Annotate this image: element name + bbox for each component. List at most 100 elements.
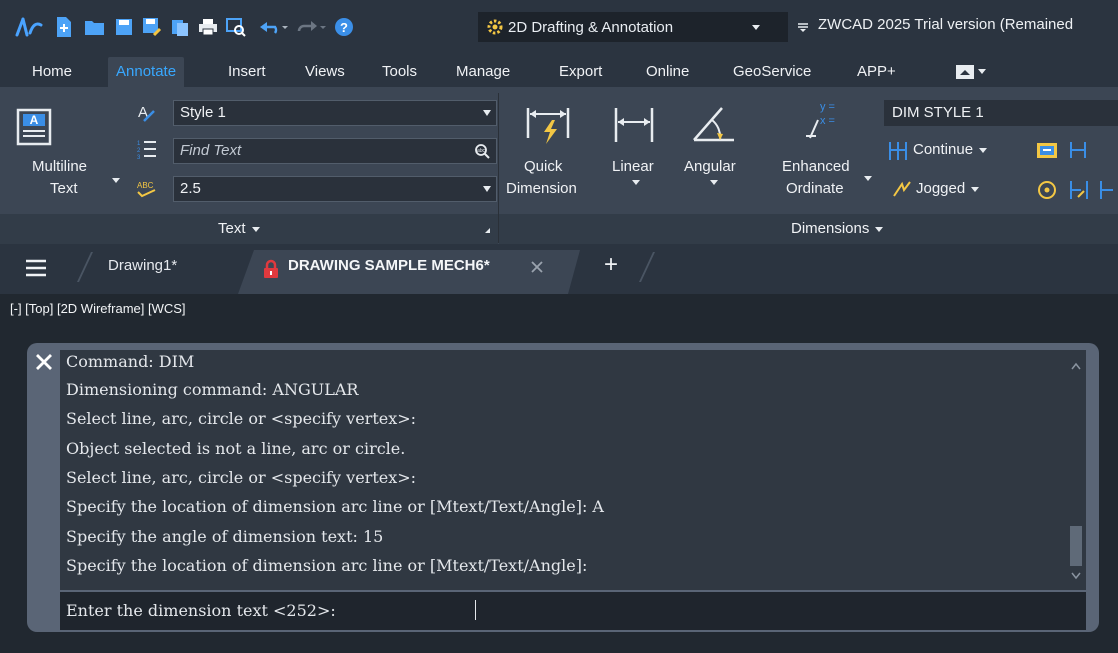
angular-dropdown-icon[interactable] — [710, 180, 718, 185]
enhanced-ordinate-dropdown-icon[interactable] — [864, 176, 872, 181]
dim-style-select[interactable]: DIM STYLE 1 — [884, 100, 1118, 126]
viewport-controls[interactable]: [-] [Top] [2D Wireframe] [WCS] — [10, 301, 186, 316]
chevron-down-icon — [971, 186, 980, 192]
menu-export[interactable]: Export — [559, 57, 602, 87]
dim-break-icon[interactable] — [1068, 140, 1090, 160]
svg-text:1: 1 — [137, 141, 141, 147]
tab-active-label: DRAWING SAMPLE MECH6* — [288, 257, 490, 274]
command-line: Specify the location of dimension arc li… — [66, 497, 604, 516]
svg-text:x =: x = — [820, 115, 835, 127]
dim-style-value: DIM STYLE 1 — [892, 104, 984, 121]
find-replace-icon[interactable]: abc — [474, 143, 490, 167]
undo-icon[interactable] — [256, 14, 290, 40]
text-style-select[interactable]: Style 1 — [173, 100, 497, 126]
dimensions-panel-bar: Dimensions — [499, 214, 1118, 244]
save-as-icon[interactable] — [140, 14, 164, 40]
ordinate-dimension-icon[interactable]: y = x = — [804, 98, 856, 150]
tab-drawing-sample-mech6[interactable]: DRAWING SAMPLE MECH6* — [238, 250, 594, 294]
find-text-placeholder: Find Text — [180, 142, 242, 159]
chevron-down-icon — [251, 226, 260, 232]
customize-toolbar-icon[interactable] — [794, 14, 812, 40]
open-folder-icon[interactable] — [82, 14, 108, 40]
jogged-dimension-icon — [892, 178, 912, 200]
command-line: Specify the angle of dimension text: 15 — [66, 527, 384, 546]
numbered-list-icon: 123 — [136, 138, 158, 161]
title-bar: ? 2D Drafting & Annotation ZWCAD 2025 Tr… — [0, 0, 1118, 57]
menu-online[interactable]: Online — [646, 57, 689, 87]
command-scrollbar[interactable] — [1069, 358, 1083, 588]
app-logo-icon[interactable] — [14, 14, 44, 40]
spell-check-icon: ABC — [136, 176, 158, 198]
menu-views[interactable]: Views — [305, 57, 345, 87]
find-text-input[interactable]: Find Text abc — [173, 138, 497, 164]
menu-geoservice[interactable]: GeoService — [733, 57, 811, 87]
menu-bar: Home Annotate Insert Views Tools Manage … — [0, 57, 1118, 87]
plot-preview-icon[interactable] — [224, 14, 248, 40]
jogged-button[interactable]: Jogged — [916, 180, 980, 197]
menu-annotate[interactable]: Annotate — [108, 57, 185, 87]
new-tab-button[interactable]: + — [604, 251, 618, 279]
continue-dimension-icon — [888, 139, 908, 161]
multiline-text-label-1: Multiline — [32, 158, 88, 175]
text-panel-title[interactable]: Text — [218, 220, 260, 237]
linear-label: Linear — [612, 158, 654, 175]
ribbon-minimize-button[interactable] — [955, 64, 997, 80]
text-cursor — [475, 600, 476, 620]
svg-text:A: A — [30, 113, 39, 127]
help-icon[interactable]: ? — [332, 14, 356, 40]
dim-edit-icon[interactable] — [1068, 179, 1090, 201]
continue-button[interactable]: Continue — [913, 141, 988, 158]
dimensions-panel-title[interactable]: Dimensions — [791, 220, 884, 237]
menu-app-plus[interactable]: APP+ — [857, 57, 896, 87]
quick-dimension-icon[interactable] — [522, 98, 574, 150]
multiline-text-label-2: Text — [50, 180, 78, 197]
menu-insert[interactable]: Insert — [228, 57, 266, 87]
text-style-value: Style 1 — [180, 104, 226, 121]
enhanced-ordinate-label-1: Enhanced — [782, 158, 850, 175]
menu-tools[interactable]: Tools — [382, 57, 417, 87]
scroll-down-icon[interactable] — [1071, 572, 1081, 580]
text-style-icon: A — [136, 101, 158, 123]
quick-dimension-label-2: Dimension — [506, 180, 577, 197]
tab-drawing1[interactable]: Drawing1* — [108, 257, 177, 274]
command-line: Select line, arc, circle or <specify ver… — [66, 468, 417, 487]
tab-divider — [77, 252, 93, 282]
linear-dimension-icon[interactable] — [610, 98, 658, 150]
scrollbar-thumb[interactable] — [1070, 526, 1082, 566]
print-icon[interactable] — [196, 14, 220, 40]
scroll-up-icon[interactable] — [1071, 362, 1081, 370]
center-mark-icon[interactable] — [1036, 179, 1058, 201]
tab-divider — [639, 252, 655, 282]
text-height-value: 2.5 — [180, 180, 201, 197]
menu-home[interactable]: Home — [32, 57, 72, 87]
redo-icon[interactable] — [294, 14, 328, 40]
copy-clipboard-icon[interactable] — [168, 14, 192, 40]
multiline-text-icon[interactable]: A — [14, 108, 72, 152]
command-line: Specify the location of dimension arc li… — [66, 556, 588, 575]
svg-text:abc: abc — [477, 148, 486, 154]
workspace-selector[interactable]: 2D Drafting & Annotation — [478, 12, 788, 42]
command-line: Select line, arc, circle or <specify ver… — [66, 409, 417, 428]
angular-dimension-icon[interactable] — [688, 98, 740, 150]
command-input[interactable]: Enter the dimension text <252>: — [60, 592, 1086, 630]
linear-dropdown-icon[interactable] — [632, 180, 640, 185]
save-icon[interactable] — [112, 14, 136, 40]
document-tab-bar: Drawing1* DRAWING SAMPLE MECH6* + — [0, 244, 1118, 294]
command-prompt: Enter the dimension text <252>: — [66, 601, 341, 620]
workspace-label: 2D Drafting & Annotation — [508, 18, 674, 36]
new-file-icon[interactable] — [52, 14, 76, 40]
hamburger-menu-icon[interactable] — [24, 258, 48, 278]
multiline-text-dropdown-icon[interactable] — [112, 178, 120, 183]
dim-oblique-icon[interactable] — [1098, 179, 1118, 201]
chevron-down-icon — [752, 25, 760, 30]
svg-text:y =: y = — [820, 101, 835, 113]
panel-launcher-icon[interactable] — [485, 228, 490, 233]
close-tab-icon[interactable] — [530, 260, 544, 274]
text-height-select[interactable]: 2.5 — [173, 176, 497, 202]
lock-icon — [262, 259, 280, 279]
menu-manage[interactable]: Manage — [456, 57, 510, 87]
close-icon[interactable] — [34, 352, 54, 372]
window-title: ZWCAD 2025 Trial version (Remained — [818, 16, 1074, 33]
dim-tolerance-icon[interactable] — [1036, 140, 1058, 160]
svg-text:?: ? — [340, 20, 348, 35]
